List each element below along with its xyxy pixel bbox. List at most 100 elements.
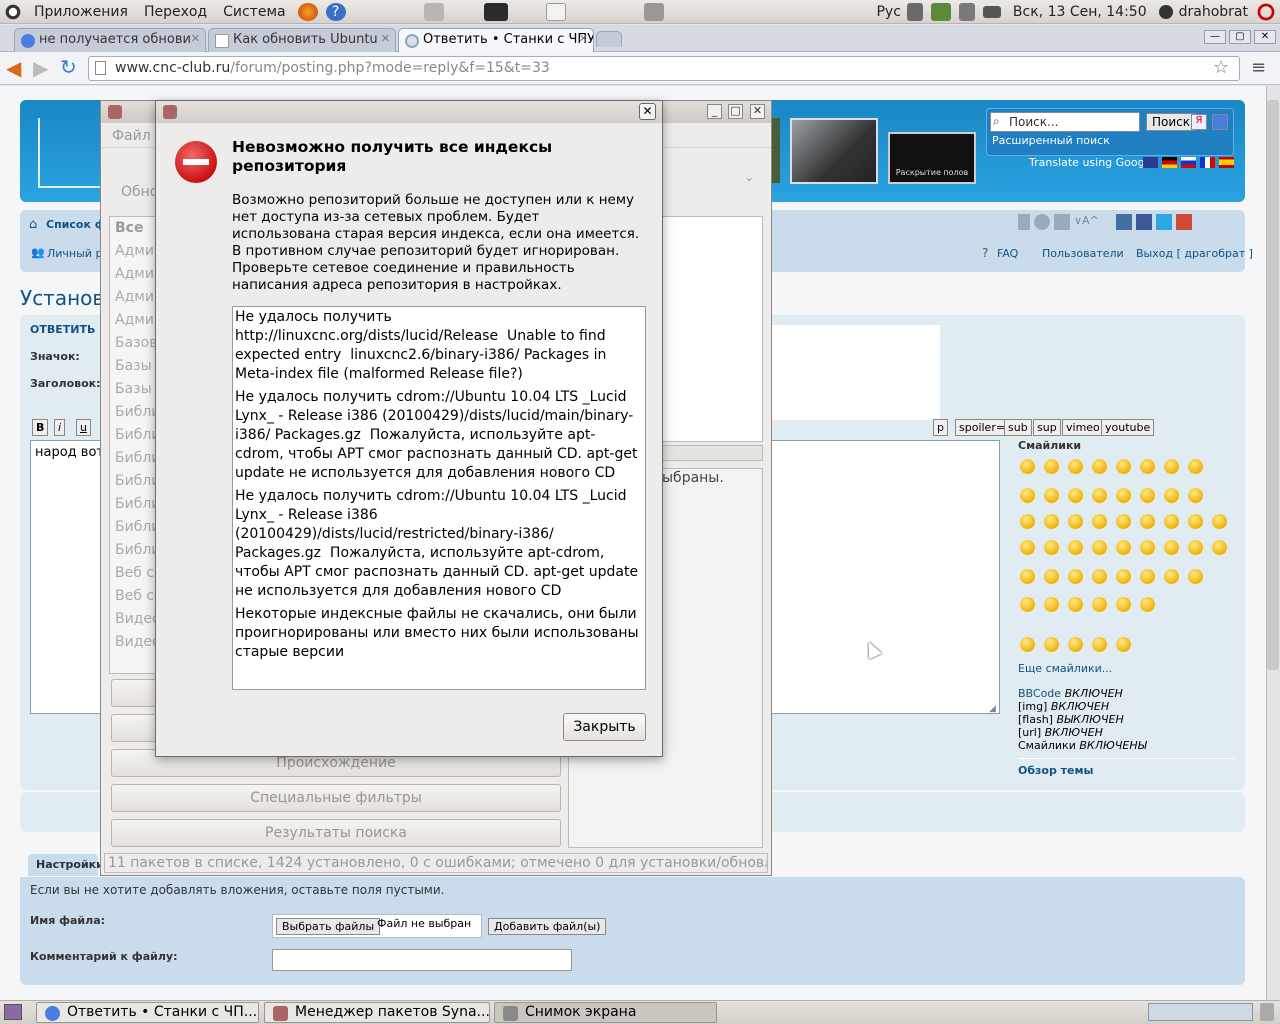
system-menu[interactable]: Система xyxy=(215,4,293,20)
yandex-icon[interactable]: Я xyxy=(1191,114,1207,130)
chevron-down-icon[interactable]: ⌄ xyxy=(744,170,754,184)
synaptic-minimize-button[interactable]: _ xyxy=(707,104,722,119)
smiley-icon[interactable] xyxy=(1116,514,1131,529)
flag-de-icon[interactable] xyxy=(1162,157,1177,168)
smiley-icon[interactable] xyxy=(1068,488,1083,503)
smiley-icon[interactable] xyxy=(1140,569,1155,584)
rss-icon[interactable] xyxy=(1034,214,1050,230)
smiley-icon[interactable] xyxy=(1020,488,1035,503)
wrench-menu-icon[interactable]: ≡ xyxy=(1251,57,1266,78)
taskbar-browser[interactable]: Ответить • Станки с ЧП... xyxy=(36,1002,259,1023)
font-size-icon[interactable]: ∨A^ xyxy=(1074,214,1104,230)
new-tab-button[interactable] xyxy=(596,31,622,47)
close-tab-icon[interactable]: ✕ xyxy=(381,32,390,45)
tab-ubuntu[interactable]: Как обновить Ubuntu ✕ xyxy=(208,28,396,52)
logout-link[interactable]: Выход [ драгобрат ] xyxy=(1136,247,1253,260)
more-smilies-link[interactable]: Еще смайлики... xyxy=(1018,662,1112,675)
ubuntu-logo-icon[interactable] xyxy=(4,2,22,21)
group-item[interactable]: Библи xyxy=(115,496,160,512)
tab-search[interactable]: не получается обнови ✕ xyxy=(14,28,206,52)
bbcode-sup-button[interactable]: sup xyxy=(1033,419,1061,436)
group-item[interactable]: Базов xyxy=(115,335,157,351)
synaptic-close-button[interactable]: ✕ xyxy=(750,104,765,119)
network-icon[interactable] xyxy=(906,2,923,21)
group-item[interactable]: Видео xyxy=(115,611,161,627)
close-tab-icon[interactable]: ✕ xyxy=(191,32,200,45)
smiley-icon[interactable] xyxy=(1044,459,1059,474)
horizontal-scrollbar[interactable] xyxy=(660,445,763,461)
smiley-icon[interactable] xyxy=(1164,488,1179,503)
smiley-icon[interactable] xyxy=(1212,514,1227,529)
smiley-icon[interactable] xyxy=(1068,514,1083,529)
window-min-button[interactable]: — xyxy=(1204,30,1226,44)
smiley-icon[interactable] xyxy=(1092,597,1107,612)
smiley-icon[interactable] xyxy=(1068,569,1083,584)
user-name[interactable]: drahobrat xyxy=(1177,4,1252,20)
smiley-icon[interactable] xyxy=(1068,540,1083,555)
smiley-icon[interactable] xyxy=(1044,540,1059,555)
smiley-icon[interactable] xyxy=(1092,540,1107,555)
synaptic-maximize-button[interactable]: □ xyxy=(728,104,743,119)
dialog-titlebar[interactable] xyxy=(156,101,662,123)
smiley-icon[interactable] xyxy=(1044,488,1059,503)
group-item[interactable]: Все xyxy=(115,220,143,236)
smiley-icon[interactable] xyxy=(1020,540,1035,555)
bbcode-bold-button[interactable]: B xyxy=(32,419,49,436)
show-desktop-icon[interactable] xyxy=(4,1004,22,1020)
group-item[interactable]: Адми xyxy=(115,289,154,305)
group-item[interactable]: Адми xyxy=(115,266,154,282)
dialog-close-icon[interactable]: ✕ xyxy=(639,103,656,120)
vk-icon[interactable] xyxy=(1116,214,1132,230)
text-editor-icon[interactable] xyxy=(545,2,566,21)
taskbar-synaptic[interactable]: Менеджер пакетов Syna... xyxy=(264,1002,490,1023)
smiley-icon[interactable] xyxy=(1140,514,1155,529)
forum-search-button[interactable]: Поиск xyxy=(1146,113,1197,131)
smiley-icon[interactable] xyxy=(1020,597,1035,612)
back-icon[interactable]: ◀ xyxy=(6,58,21,78)
smiley-icon[interactable] xyxy=(1212,540,1227,555)
smiley-icon[interactable] xyxy=(1116,569,1131,584)
smiley-icon[interactable] xyxy=(1068,597,1083,612)
smiley-icon[interactable] xyxy=(1092,488,1107,503)
smiley-icon[interactable] xyxy=(1188,514,1203,529)
smiley-icon[interactable] xyxy=(1164,540,1179,555)
smiley-icon[interactable] xyxy=(1164,459,1179,474)
smiley-icon[interactable] xyxy=(1020,569,1035,584)
board-index-link[interactable]: Список ф xyxy=(46,218,106,231)
group-item[interactable]: Библи xyxy=(115,542,160,558)
close-tab-icon[interactable]: ✕ xyxy=(579,32,588,45)
settings-tab[interactable]: Настройки xyxy=(28,854,104,876)
banner-image-2[interactable] xyxy=(790,118,878,184)
clock[interactable]: Вск, 13 Сен, 14:50 xyxy=(1005,4,1155,20)
smiley-icon[interactable] xyxy=(1164,569,1179,584)
help-icon[interactable]: ? xyxy=(325,2,346,21)
smiley-icon[interactable] xyxy=(1116,459,1131,474)
bbcode-p-button[interactable]: p xyxy=(933,419,948,436)
search-results-button[interactable]: Результаты поиска xyxy=(111,819,561,847)
bbcode-spoiler-button[interactable]: spoiler= xyxy=(955,419,1010,436)
group-item[interactable]: Библи xyxy=(115,473,160,489)
file-menu[interactable]: Файл xyxy=(112,128,151,144)
smiley-icon[interactable] xyxy=(1044,569,1059,584)
mobile-icon[interactable] xyxy=(1018,214,1030,230)
terminal-icon[interactable] xyxy=(483,2,508,21)
smiley-icon[interactable] xyxy=(1092,569,1107,584)
tab-reply[interactable]: Ответить • Станки с ЧПУ ✕ xyxy=(398,28,594,52)
bbcode-status-label[interactable]: BBCode xyxy=(1018,687,1061,700)
group-item[interactable]: Библи xyxy=(115,427,160,443)
group-item[interactable]: Базы xyxy=(115,358,152,374)
reload-toolbar-label[interactable]: Обно xyxy=(121,184,158,200)
keyboard-layout[interactable]: Рус xyxy=(874,4,902,20)
forum-search-input[interactable]: Поиск... xyxy=(990,112,1140,132)
smiley-icon[interactable] xyxy=(1068,637,1083,652)
file-comment-textarea[interactable] xyxy=(272,949,572,971)
flag-fr-icon[interactable] xyxy=(1200,157,1215,168)
smiley-icon[interactable] xyxy=(1092,637,1107,652)
bbcode-youtube-button[interactable]: youtube xyxy=(1101,419,1155,436)
smiley-icon[interactable] xyxy=(1140,488,1155,503)
resize-grip-icon[interactable]: ◢ xyxy=(989,704,996,714)
smiley-icon[interactable] xyxy=(1116,540,1131,555)
group-item[interactable]: Базы xyxy=(115,381,152,397)
screenshot-icon[interactable] xyxy=(643,2,664,21)
smiley-icon[interactable] xyxy=(1020,459,1035,474)
